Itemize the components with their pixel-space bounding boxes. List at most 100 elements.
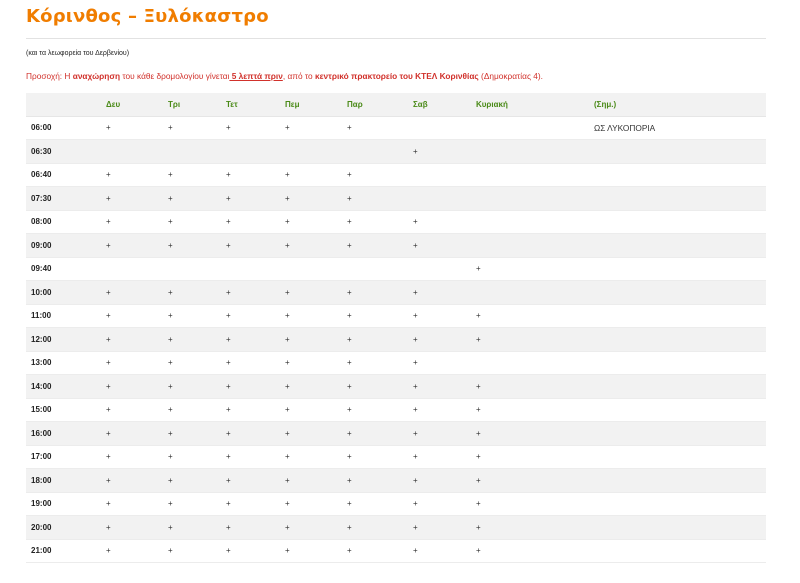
service-mark-sun: +: [476, 257, 594, 281]
table-row: 12:00 + + + + + + +: [26, 327, 766, 352]
page-title: Κόρινθος – Ξυλόκαστρο: [26, 6, 269, 27]
service-mark-fri: +: [347, 186, 413, 211]
service-mark-fri: +: [347, 445, 413, 469]
row-note: [594, 492, 766, 516]
service-mark-tue: +: [168, 539, 226, 563]
service-mark-tue: +: [168, 492, 226, 516]
notice-bold-office: κεντρικό πρακτορείο του ΚΤΕΛ Κορινθίας: [314, 71, 479, 81]
service-mark-wed: +: [226, 468, 285, 493]
table-row: 06:40 + + + + +: [26, 163, 766, 187]
service-mark-thu: +: [285, 351, 347, 375]
service-mark-thu: +: [285, 280, 347, 305]
row-note: [594, 374, 766, 399]
header-fri: Παρ: [347, 93, 413, 117]
service-mark-tue: +: [168, 468, 226, 493]
timetable-header-row: Δευ Τρι Τετ Πεμ Παρ Σαβ Κυριακή (Σημ.): [26, 93, 766, 117]
service-mark-mon: +: [106, 210, 168, 234]
service-mark-sun: [476, 210, 594, 234]
service-mark-thu: +: [285, 492, 347, 516]
service-mark-fri: +: [347, 233, 413, 258]
table-row: 06:00 + + + + + ΩΣ ΛΥΚΟΠΟΡΙΑ: [26, 116, 766, 140]
service-mark-fri: [347, 257, 413, 281]
table-row: 09:00 + + + + + +: [26, 233, 766, 258]
service-mark-sat: +: [413, 351, 476, 375]
service-mark-tue: +: [168, 280, 226, 305]
row-note: [594, 398, 766, 422]
header-notes: (Σημ.): [594, 93, 766, 117]
header-wed: Τετ: [226, 93, 285, 117]
service-mark-sun: [476, 351, 594, 375]
table-row: 11:00 + + + + + + +: [26, 304, 766, 328]
service-mark-fri: +: [347, 421, 413, 446]
row-note: [594, 515, 766, 540]
notice-text-3: , από το: [282, 71, 315, 81]
header-sat: Σαβ: [413, 93, 476, 117]
service-mark-tue: +: [168, 210, 226, 234]
header-time: [26, 93, 106, 117]
service-mark-wed: +: [226, 116, 285, 140]
service-mark-sat: +: [413, 445, 476, 469]
service-mark-wed: +: [226, 445, 285, 469]
service-mark-fri: +: [347, 468, 413, 493]
table-row: 09:40 +: [26, 257, 766, 281]
table-row: 18:00 + + + + + + +: [26, 468, 766, 493]
service-mark-sun: [476, 233, 594, 258]
service-mark-mon: +: [106, 492, 168, 516]
service-mark-mon: +: [106, 304, 168, 328]
service-mark-sun: +: [476, 515, 594, 540]
service-mark-sat: +: [413, 139, 476, 164]
table-row: 08:00 + + + + + +: [26, 210, 766, 234]
service-mark-mon: +: [106, 445, 168, 469]
departure-time: 09:40: [26, 257, 106, 281]
service-mark-sat: +: [413, 280, 476, 305]
service-mark-wed: +: [226, 351, 285, 375]
service-mark-wed: +: [226, 233, 285, 258]
notice-text-1: Προσοχή: Η: [26, 71, 73, 81]
service-mark-sun: [476, 280, 594, 305]
row-note: ΩΣ ΛΥΚΟΠΟΡΙΑ: [594, 116, 766, 140]
service-mark-fri: +: [347, 374, 413, 399]
service-mark-tue: +: [168, 304, 226, 328]
departure-time: 12:00: [26, 327, 106, 352]
service-mark-fri: +: [347, 492, 413, 516]
service-mark-mon: +: [106, 280, 168, 305]
service-mark-sat: [413, 257, 476, 281]
row-note: [594, 139, 766, 164]
service-mark-tue: +: [168, 374, 226, 399]
table-row: 20:00 + + + + + + +: [26, 515, 766, 540]
departure-time: 06:30: [26, 139, 106, 164]
service-mark-thu: +: [285, 210, 347, 234]
service-mark-tue: +: [168, 116, 226, 140]
service-mark-fri: +: [347, 163, 413, 187]
departure-time: 21:00: [26, 539, 106, 563]
service-mark-wed: +: [226, 374, 285, 399]
notice-underline-minutes: 5 λεπτά πριν: [229, 71, 283, 81]
service-mark-mon: +: [106, 374, 168, 399]
service-mark-fri: +: [347, 280, 413, 305]
service-mark-thu: +: [285, 421, 347, 446]
service-mark-mon: +: [106, 116, 168, 140]
service-mark-thu: +: [285, 186, 347, 211]
row-note: [594, 327, 766, 352]
service-mark-mon: [106, 257, 168, 281]
service-mark-thu: [285, 139, 347, 164]
service-mark-sat: +: [413, 374, 476, 399]
header-sun: Κυριακή: [476, 93, 594, 117]
service-mark-thu: +: [285, 327, 347, 352]
service-mark-tue: +: [168, 327, 226, 352]
service-mark-wed: +: [226, 515, 285, 540]
notice-text-2: του κάθε δρομολογίου γίνεται: [120, 71, 230, 81]
departure-time: 20:00: [26, 515, 106, 540]
service-mark-thu: +: [285, 468, 347, 493]
service-mark-thu: +: [285, 445, 347, 469]
service-mark-wed: +: [226, 398, 285, 422]
service-mark-mon: +: [106, 327, 168, 352]
service-mark-fri: [347, 139, 413, 164]
service-mark-mon: +: [106, 163, 168, 187]
table-row: 07:30 + + + + +: [26, 186, 766, 211]
service-mark-tue: +: [168, 421, 226, 446]
service-mark-mon: [106, 139, 168, 164]
service-mark-sun: [476, 186, 594, 211]
service-mark-thu: +: [285, 116, 347, 140]
notice-bold-departure: αναχώρηση: [72, 71, 121, 81]
